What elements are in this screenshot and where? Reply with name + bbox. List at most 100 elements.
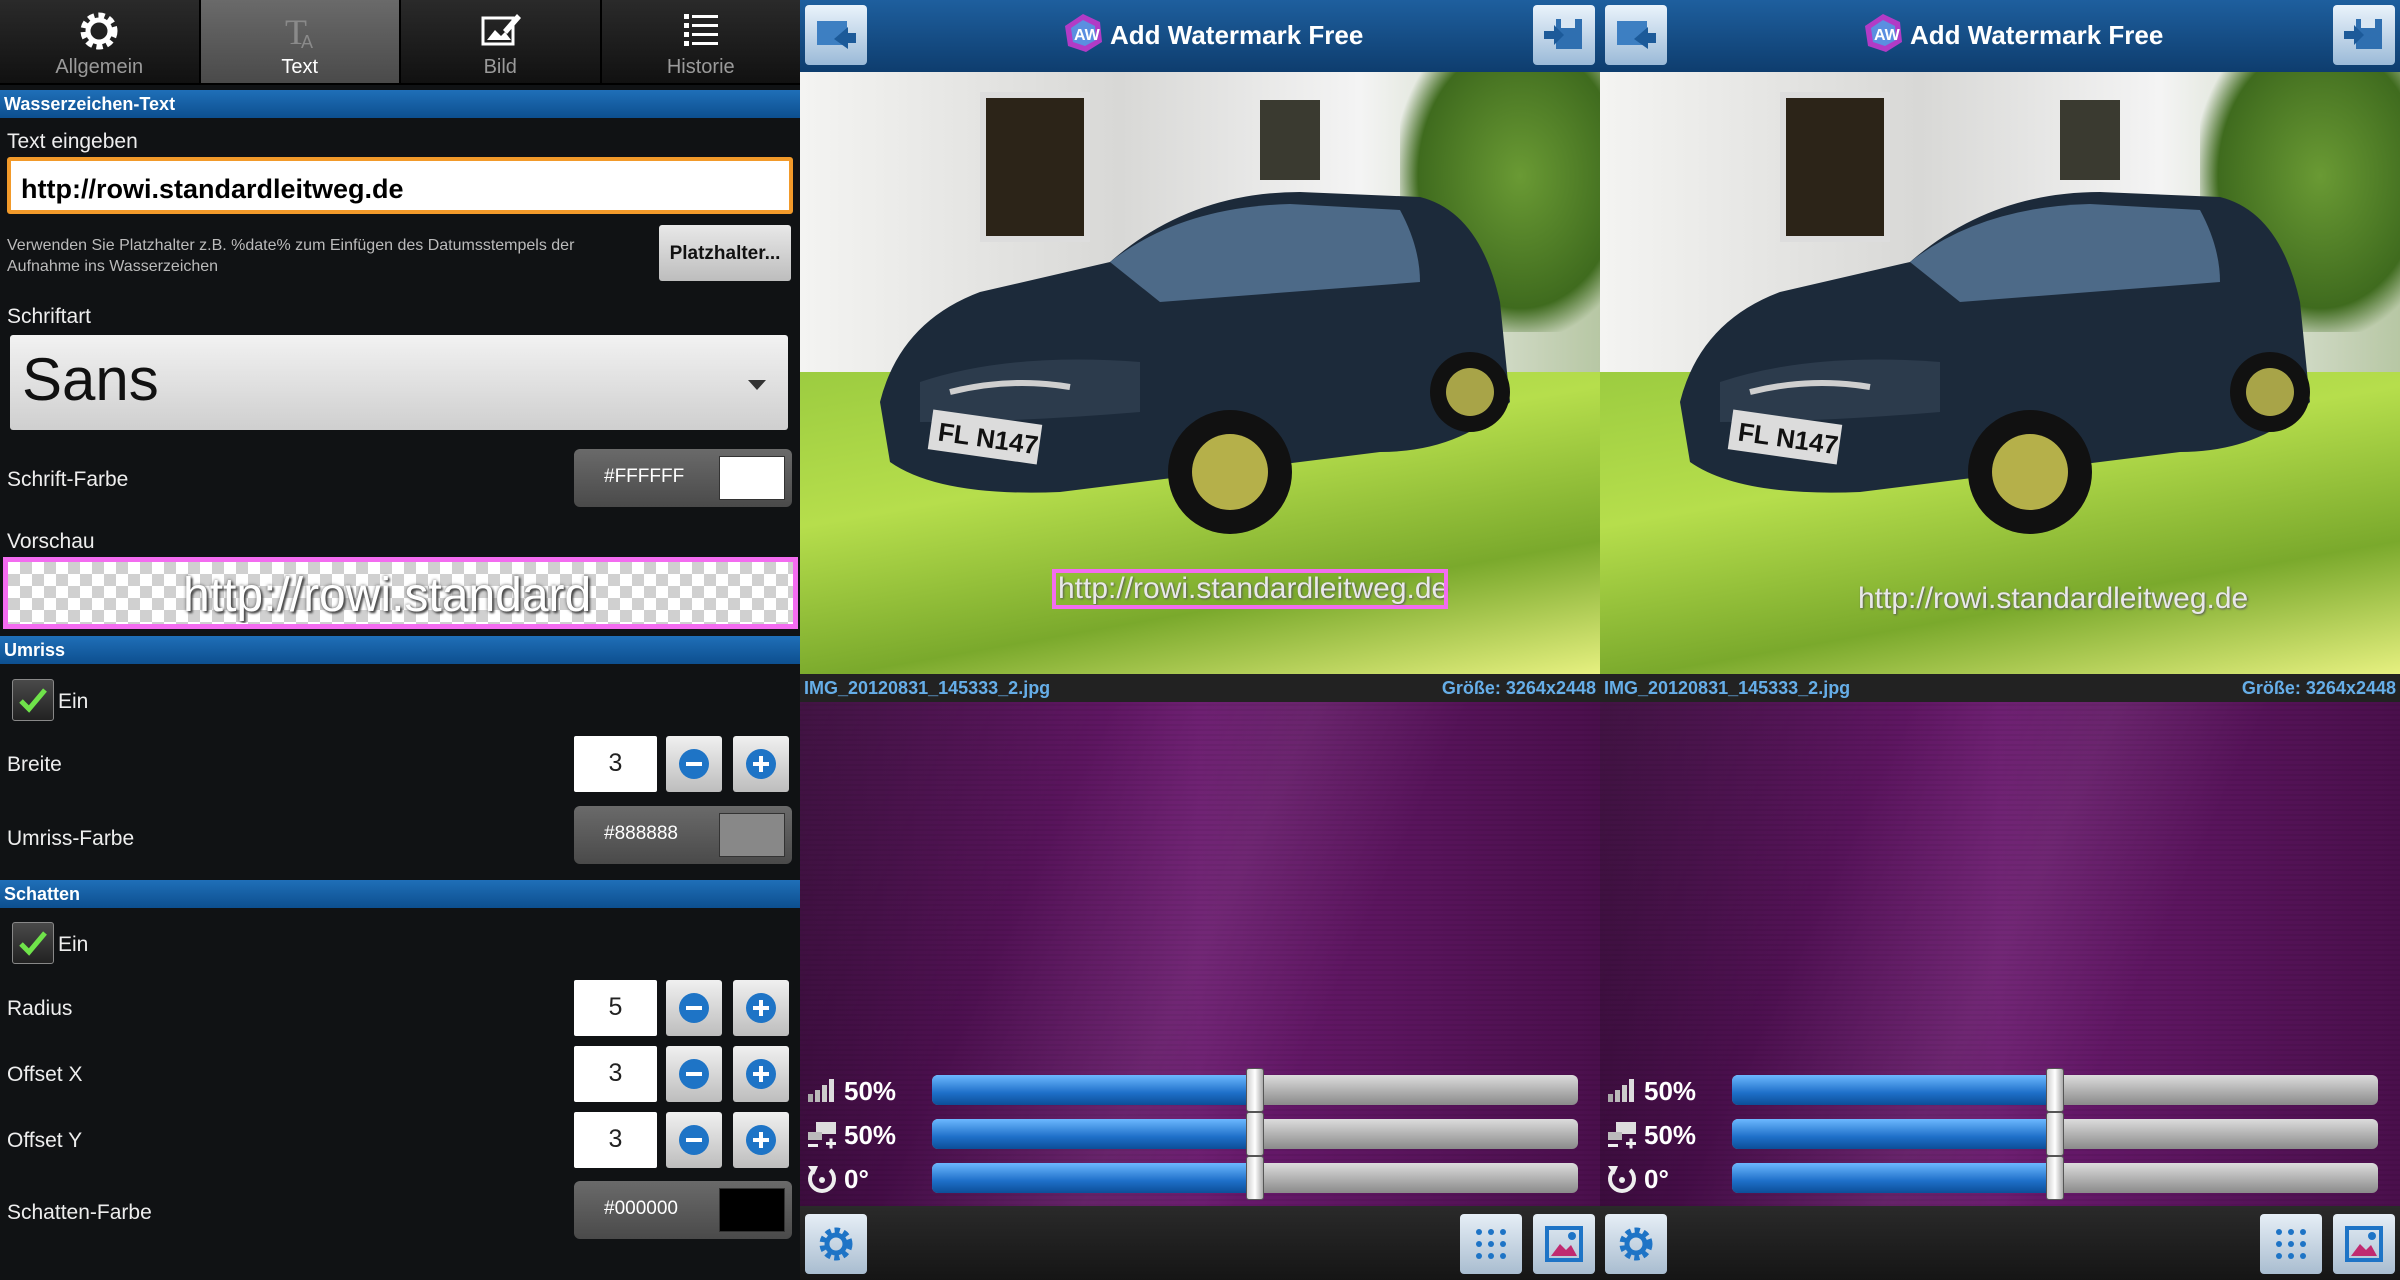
slider-fill [932,1119,1255,1149]
position-grid-button[interactable] [1460,1214,1522,1274]
save-button[interactable] [2333,5,2395,65]
save-icon [1544,19,1582,49]
settings-button[interactable] [805,1214,867,1274]
app-title: Add Watermark Free [1110,20,1364,50]
tab-bar: Allgemein T A Text Bild Historie [0,0,800,85]
minus-icon [679,993,709,1023]
shadow-offset-x-value[interactable]: 3 [574,1046,657,1102]
open-image-icon [817,21,856,49]
preview-text: http://rowi.standard [183,569,592,622]
rotation-slider-thumb[interactable] [1246,1156,1264,1200]
font-color-picker[interactable]: #FFFFFF [574,449,792,507]
editor-pane-result: AW Add Watermark Free FL N147 http://row… [1600,0,2400,1280]
editor-pane-selected: AW Add Watermark Free FL N147 http://row… [800,0,1600,1280]
background-area: 50% 50% 0° [1600,702,2400,1206]
slider-fill [932,1163,1255,1193]
watermark-selection-box[interactable] [1052,569,1448,609]
opacity-slider-row: 50% [1600,1068,2400,1112]
outline-color-picker[interactable]: #888888 [574,806,792,864]
rotate-icon [1608,1166,1636,1193]
settings-panel: Allgemein T A Text Bild Historie Wasserz… [0,0,800,1280]
watermark-overlay-text: http://rowi.standardleitweg.de [1858,582,2249,615]
gear-icon [819,1227,853,1261]
tab-label: Allgemein [55,56,144,78]
tab-text[interactable]: T A Text [200,0,401,83]
shadow-color-value: #000000 [604,1198,678,1219]
font-select[interactable]: Sans [10,335,788,430]
apply-watermark-button[interactable] [1533,1214,1595,1274]
placeholder-hint: Verwenden Sie Platzhalter z.B. %date% zu… [7,237,575,275]
placeholder-button[interactable]: Platzhalter... [659,225,791,281]
shadow-radius-decrease-button[interactable] [666,980,722,1036]
save-button[interactable] [1533,5,1595,65]
text-icon: T A [285,12,313,52]
outline-width-increase-button[interactable] [733,736,789,792]
open-image-button[interactable] [1605,5,1667,65]
size-slider-thumb[interactable] [1246,1112,1264,1156]
shadow-offset-y-value[interactable]: 3 [574,1112,657,1168]
shadow-offset-x-decrease-button[interactable] [666,1046,722,1102]
font-color-value: #FFFFFF [604,466,685,487]
picture-icon [2345,1226,2383,1262]
app-title: Add Watermark Free [1910,20,2164,50]
preview-label: Vorschau [7,530,95,553]
image-preview[interactable]: FL N147 http://rowi.standardleitweg.de [1600,72,2400,674]
image-preview[interactable]: FL N147 http://rowi.standardleitweg.de [800,72,1600,674]
apply-watermark-button[interactable] [2333,1214,2395,1274]
rotation-slider-row: 0° [1600,1156,2400,1200]
size-slider-row: 50% [1600,1112,2400,1156]
checkmark-icon [19,688,47,713]
shadow-radius-value[interactable]: 5 [574,980,657,1036]
shadow-offset-y-decrease-button[interactable] [666,1112,722,1168]
app-logo-icon: AW [1065,14,1102,52]
section-header-watermark-text: Wasserzeichen-Text [0,90,800,118]
outline-width-value[interactable]: 3 [574,736,657,792]
plus-icon [746,1125,776,1155]
slider-fill [1732,1119,2055,1149]
picture-icon [1545,1226,1583,1262]
size-slider-row: 50% [800,1112,1600,1156]
grid-icon [2276,1229,2306,1259]
car-photo: FL N147 [880,192,1510,534]
shadow-enabled-checkbox[interactable] [12,922,54,964]
shadow-offset-x-label: Offset X [7,1063,83,1086]
shadow-offset-y-increase-button[interactable] [733,1112,789,1168]
tab-label: Bild [483,56,517,78]
size-icon [1608,1122,1636,1149]
rotation-slider-thumb[interactable] [2046,1156,2064,1200]
tab-bild[interactable]: Bild [401,0,602,83]
settings-button[interactable] [1605,1214,1667,1274]
rotate-icon [808,1166,836,1193]
text-input-label: Text eingeben [7,130,138,153]
section-header-shadow: Schatten [0,880,800,908]
shadow-color-picker[interactable]: #000000 [574,1181,792,1239]
shadow-offset-x-increase-button[interactable] [733,1046,789,1102]
position-grid-button[interactable] [2260,1214,2322,1274]
file-name: IMG_20120831_145333_2.jpg [804,678,1051,698]
opacity-slider-thumb[interactable] [2046,1068,2064,1112]
outline-enabled-checkbox[interactable] [12,679,54,721]
file-name: IMG_20120831_145333_2.jpg [1604,678,1851,698]
shadow-color-swatch [719,1188,785,1232]
size-slider-thumb[interactable] [2046,1112,2064,1156]
app-bar: AW Add Watermark Free [1600,0,2400,72]
watermark-text-input[interactable]: http://rowi.standardleitweg.de [7,157,793,214]
slider-fill [932,1075,1255,1105]
shadow-color-label: Schatten-Farbe [7,1201,152,1224]
tab-historie[interactable]: Historie [601,0,800,83]
image-edit-icon [481,14,522,46]
open-image-button[interactable] [805,5,867,65]
tab-allgemein[interactable]: Allgemein [0,0,201,83]
minus-icon [679,1125,709,1155]
gear-icon [80,12,118,50]
outline-width-decrease-button[interactable] [666,736,722,792]
minus-icon [679,1059,709,1089]
opacity-slider-thumb[interactable] [1246,1068,1264,1112]
outline-enabled-label: Ein [58,690,89,713]
shadow-radius-label: Radius [7,997,73,1020]
shadow-radius-increase-button[interactable] [733,980,789,1036]
font-color-swatch [719,456,785,500]
minus-icon [679,749,709,779]
file-info-bar: IMG_20120831_145333_2.jpg Größe: 3264x24… [800,674,1600,702]
plus-icon [746,993,776,1023]
